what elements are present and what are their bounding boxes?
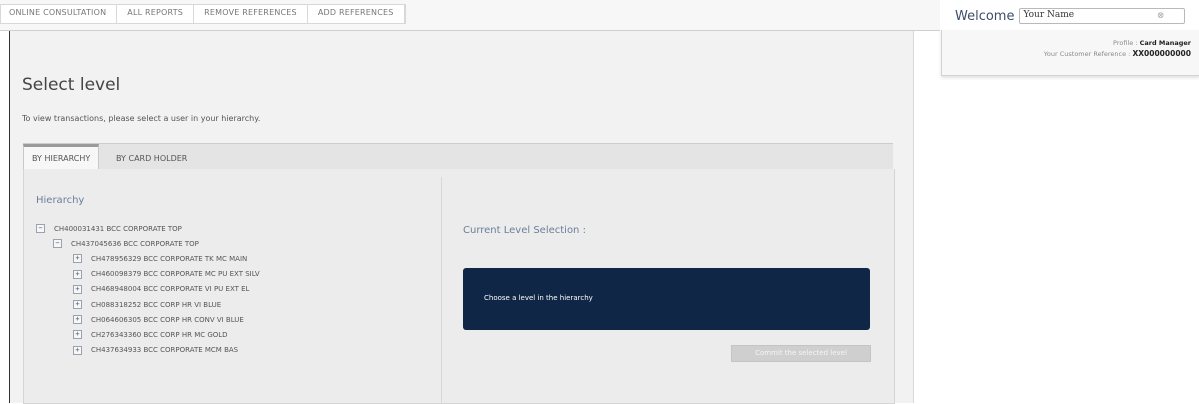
current-selection-title: Current Level Selection : [463,225,586,236]
top-navigation-bar: ONLINE CONSULTATION ALL REPORTS REMOVE R… [0,0,940,31]
nav-online-consultation[interactable]: ONLINE CONSULTATION [1,5,118,23]
tree-node[interactable]: − CH437045636 BCC CORPORATE TOP [36,236,260,251]
tree-node-label[interactable]: CH088318252 BCC CORP HR VI BLUE [91,301,221,309]
tab-panel: Hierarchy − CH400031431 BCC CORPORATE TO… [23,169,895,404]
tree-node[interactable]: + CH088318252 BCC CORP HR VI BLUE [36,297,260,312]
expand-icon[interactable]: + [73,254,82,264]
customer-reference-value: XX000000000 [1132,49,1191,58]
tree-node-label[interactable]: CH460098379 BCC CORPORATE MC PU EXT SILV [91,270,260,278]
tree-node-label[interactable]: CH437045636 BCC CORPORATE TOP [71,240,199,248]
tree-node[interactable]: + CH468948004 BCC CORPORATE VI PU EXT EL [36,282,260,297]
clear-icon[interactable]: ⊗ [1157,11,1165,21]
hierarchy-title: Hierarchy [36,195,85,206]
nav-remove-references[interactable]: REMOVE REFERENCES [194,5,308,23]
nav-all-reports[interactable]: ALL REPORTS [117,5,195,23]
profile-value: Card Manager [1139,39,1191,47]
nav-add-references[interactable]: ADD REFERENCES [308,5,405,23]
profile-panel: Profile : Card Manager Your Customer Ref… [941,30,1199,76]
expand-icon[interactable]: + [73,315,82,325]
tree-node[interactable]: − CH400031431 BCC CORPORATE TOP [36,221,260,236]
expand-icon[interactable]: + [73,345,82,355]
user-name-value: Your Name [1023,10,1075,20]
main-content: Select level To view transactions, pleas… [10,31,914,404]
tab-bar: BY HIERARCHY BY CARD HOLDER [23,143,893,170]
hierarchy-tree: − CH400031431 BCC CORPORATE TOP − CH4370… [36,221,260,358]
user-name-field[interactable]: Your Name ⊗ [1019,8,1186,24]
page-title: Select level [22,75,121,95]
column-divider [441,177,442,403]
tree-node-label[interactable]: CH468948004 BCC CORPORATE VI PU EXT EL [91,285,249,293]
welcome-area: Welcome Your Name ⊗ [955,8,1186,24]
tree-node[interactable]: + CH437634933 BCC CORPORATE MCM BAS [36,343,260,358]
welcome-label: Welcome [955,8,1015,24]
tree-node-label[interactable]: CH064606305 BCC CORP HR CONV VI BLUE [91,316,244,324]
tab-by-hierarchy[interactable]: BY HIERARCHY [23,144,100,170]
tree-node-label[interactable]: CH276343360 BCC CORP HR MC GOLD [91,331,228,339]
window-left-border [0,0,10,403]
tree-node[interactable]: + CH064606305 BCC CORP HR CONV VI BLUE [36,312,260,327]
tree-node[interactable]: + CH460098379 BCC CORPORATE MC PU EXT SI… [36,267,260,282]
tree-node-label[interactable]: CH478956329 BCC CORPORATE TK MC MAIN [91,255,247,263]
main-menu: ONLINE CONSULTATION ALL REPORTS REMOVE R… [0,4,406,24]
expand-icon[interactable]: + [73,269,82,279]
tree-node-label[interactable]: CH437634933 BCC CORPORATE MCM BAS [91,346,238,354]
current-selection-box: Choose a level in the hierarchy [463,268,870,330]
expand-icon[interactable]: + [73,300,82,310]
customer-reference-line: Your Customer Reference : XX000000000 [1044,49,1191,58]
collapse-icon[interactable]: − [53,239,62,249]
tree-node-label[interactable]: CH400031431 BCC CORPORATE TOP [54,225,182,233]
expand-icon[interactable]: + [73,284,82,294]
tab-by-card-holder[interactable]: BY CARD HOLDER [108,147,195,170]
commit-selected-level-button[interactable]: Commit the selected level [731,345,871,362]
current-selection-text: Choose a level in the hierarchy [484,294,593,302]
collapse-icon[interactable]: − [36,224,45,234]
tree-node[interactable]: + CH276343360 BCC CORP HR MC GOLD [36,327,260,342]
instruction-text: To view transactions, please select a us… [22,114,261,123]
profile-line: Profile : Card Manager [1113,39,1191,47]
customer-reference-label: Your Customer Reference : [1043,50,1131,58]
profile-label: Profile : [1113,39,1138,47]
expand-icon[interactable]: + [73,330,82,340]
tree-node[interactable]: + CH478956329 BCC CORPORATE TK MC MAIN [36,251,260,266]
